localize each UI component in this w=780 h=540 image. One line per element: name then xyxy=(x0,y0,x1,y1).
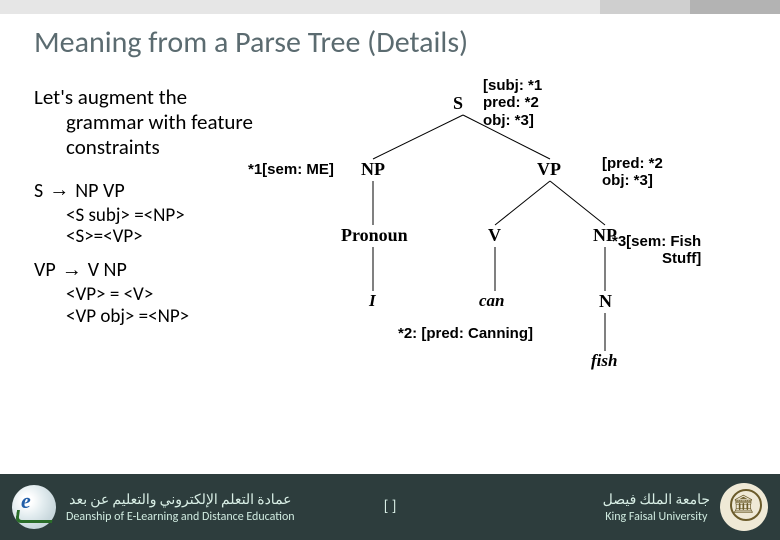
slide-title: Meaning from a Parse Tree (Details) xyxy=(0,14,780,67)
slide-footer: عمادة التعلم الإلكتروني والتعليم عن بعد … xyxy=(0,474,780,540)
intro-text: Let's augment the grammar with feature c… xyxy=(34,85,284,161)
ann-np2-line2: Stuff] xyxy=(612,250,701,267)
elearning-logo-icon xyxy=(12,485,56,529)
rule-arrow-icon: → xyxy=(62,259,82,282)
slide-content: Let's augment the grammar with feature c… xyxy=(0,67,780,497)
rule2-rhs: V NP xyxy=(88,258,127,282)
footer-left-english: Deanship of E-Learning and Distance Educ… xyxy=(66,510,295,524)
rule1-lhs: S xyxy=(34,179,43,203)
tree-node-np1: NP xyxy=(361,159,385,180)
footer-right-arabic: جامعة الملك فيصل xyxy=(603,491,710,508)
tree-node-s: S xyxy=(453,93,463,114)
intro-line2: grammar with feature constraints xyxy=(34,110,284,160)
annotation-vp: [pred: *2 obj: *3] xyxy=(602,155,663,190)
tree-node-v: V xyxy=(488,225,501,246)
ann-s-line3: obj: *3] xyxy=(483,112,542,129)
annotation-np2: *3[sem: Fish Stuff] xyxy=(612,233,701,268)
annotation-s: [subj: *1 pred: *2 obj: *3] xyxy=(483,77,542,129)
rule2-lhs: VP xyxy=(34,258,56,282)
footer-page-bracket: [ ] xyxy=(350,498,430,516)
rule-arrow-icon: → xyxy=(49,179,69,202)
footer-right: جامعة الملك فيصل King Faisal University xyxy=(430,483,780,531)
annotation-v: *2: [pred: Canning] xyxy=(398,325,533,342)
tree-node-vp: VP xyxy=(537,159,561,180)
ann-vp-line1: [pred: *2 xyxy=(602,155,663,172)
tree-node-pronoun: Pronoun xyxy=(341,225,408,246)
tree-word-i: I xyxy=(369,291,376,311)
rule1-rhs: NP VP xyxy=(75,179,124,203)
tree-word-can: can xyxy=(479,291,505,311)
accent-seg-3 xyxy=(690,0,780,14)
intro-line1: Let's augment the xyxy=(34,84,187,110)
accent-seg-2 xyxy=(600,0,690,14)
annotation-np1: *1[sem: ME] xyxy=(248,161,334,178)
ann-s-line2: pred: *2 xyxy=(483,94,542,111)
footer-left-arabic: عمادة التعلم الإلكتروني والتعليم عن بعد xyxy=(69,491,291,508)
footer-right-english: King Faisal University xyxy=(605,510,707,524)
ann-s-line1: [subj: *1 xyxy=(483,77,542,94)
university-logo-icon xyxy=(720,483,768,531)
accent-seg-1 xyxy=(0,0,600,14)
top-accent-bar xyxy=(0,0,780,14)
tree-node-n: N xyxy=(599,291,612,312)
tree-word-fish: fish xyxy=(591,351,617,371)
ann-np2-line1: *3[sem: Fish xyxy=(612,233,701,250)
ann-vp-line2: obj: *3] xyxy=(602,172,663,189)
footer-left: عمادة التعلم الإلكتروني والتعليم عن بعد … xyxy=(0,485,350,529)
